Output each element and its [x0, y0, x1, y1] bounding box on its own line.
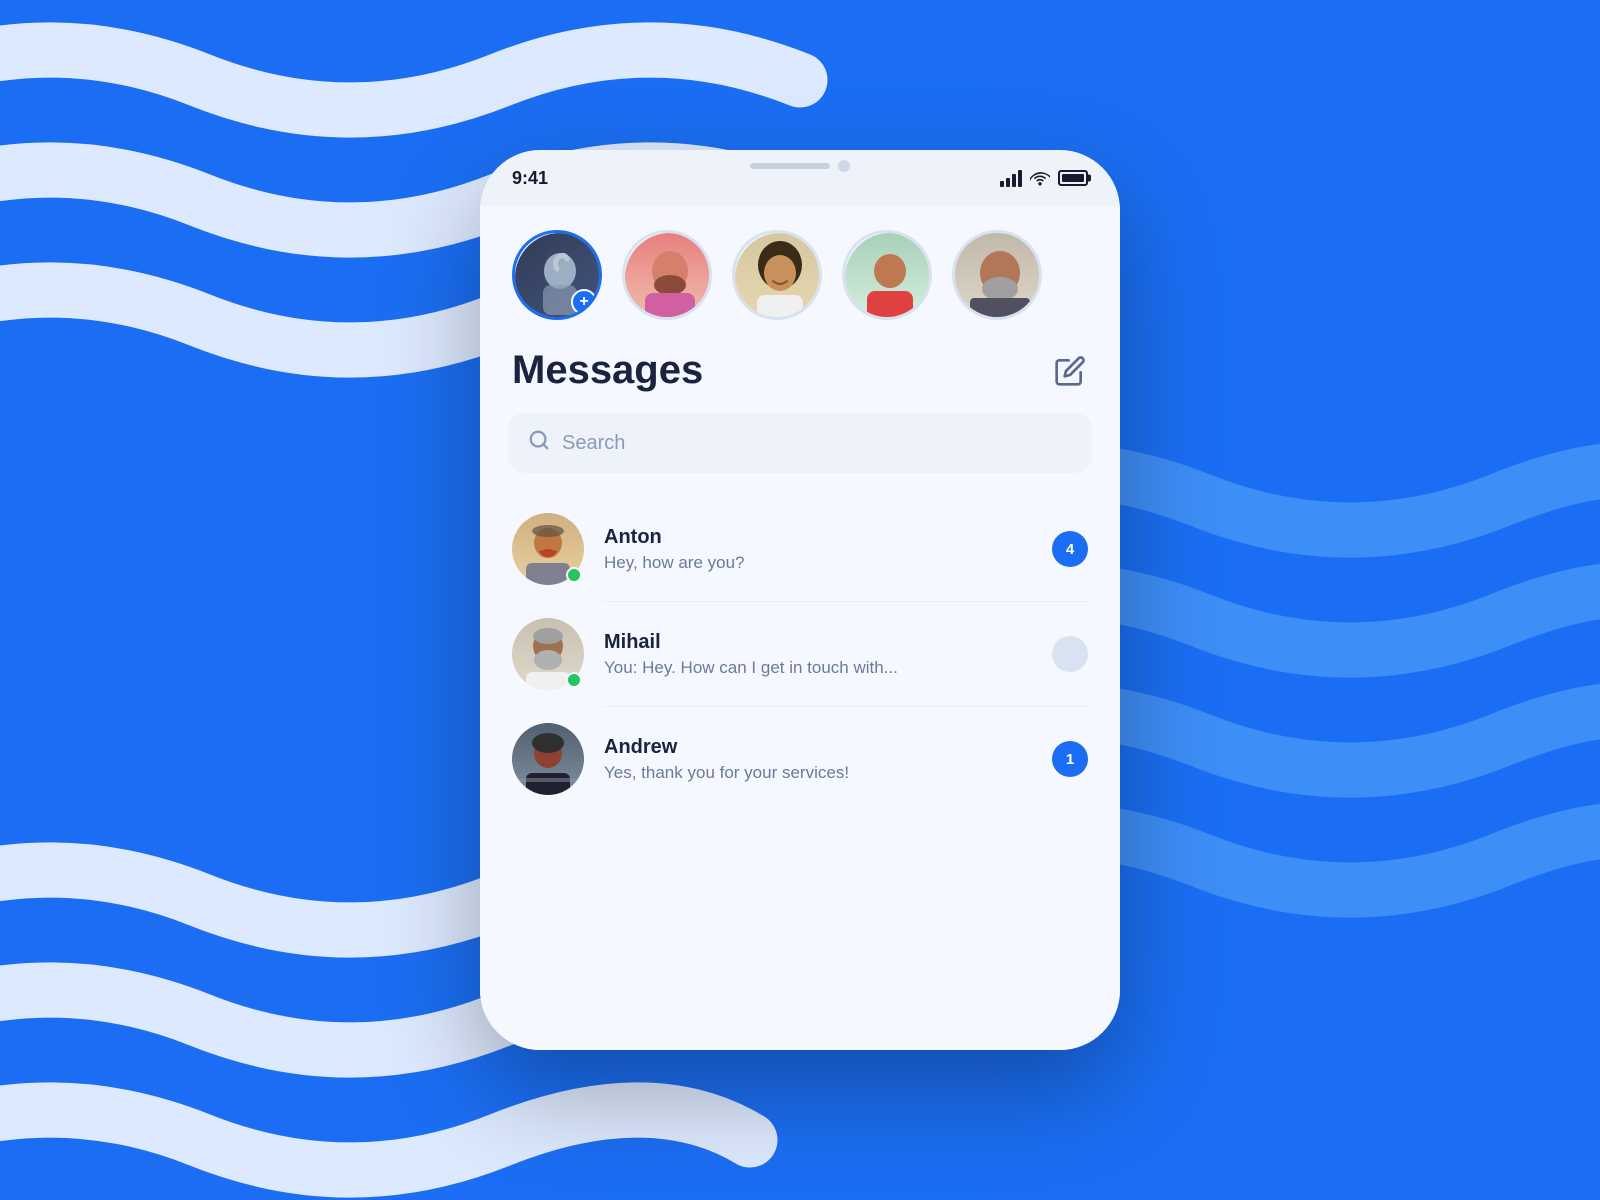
search-icon — [528, 429, 550, 457]
notch-bar — [750, 163, 830, 169]
online-indicator-anton — [566, 567, 582, 583]
phone-content: + — [480, 206, 1120, 1050]
story-avatar-5[interactable] — [952, 230, 1042, 320]
msg-badge-andrew: 1 — [1052, 741, 1088, 777]
msg-preview-anton: Hey, how are you? — [604, 553, 964, 573]
search-placeholder: Search — [562, 432, 625, 455]
msg-name-anton: Anton — [604, 526, 1032, 549]
search-bar[interactable]: Search — [508, 413, 1092, 473]
message-item-andrew[interactable]: Andrew Yes, thank you for your services!… — [480, 707, 1120, 811]
story-avatar-4[interactable] — [842, 230, 932, 320]
phone-mockup: 9:41 — [480, 150, 1120, 1050]
messages-header: Messages — [480, 340, 1120, 413]
notch-sensor — [838, 160, 850, 172]
online-indicator-mihail — [566, 672, 582, 688]
message-list: Anton Hey, how are you? 4 — [480, 481, 1120, 827]
signal-icon — [1000, 170, 1022, 187]
message-item-anton[interactable]: Anton Hey, how are you? 4 — [480, 497, 1120, 601]
msg-preview-andrew: Yes, thank you for your services! — [604, 763, 964, 783]
story-avatar-1[interactable]: + — [512, 230, 602, 320]
message-item-mihail[interactable]: Mihail You: Hey. How can I get in touch … — [480, 602, 1120, 706]
msg-content-anton: Anton Hey, how are you? — [604, 526, 1032, 573]
add-story-button[interactable]: + — [571, 289, 597, 315]
avatar-andrew — [512, 723, 584, 795]
messages-title: Messages — [512, 348, 703, 393]
stories-row: + — [480, 206, 1120, 340]
wifi-icon — [1030, 170, 1050, 186]
msg-name-andrew: Andrew — [604, 736, 1032, 759]
compose-button[interactable] — [1052, 353, 1088, 389]
msg-preview-mihail: You: Hey. How can I get in touch with... — [604, 658, 964, 678]
avatar-anton — [512, 513, 584, 585]
msg-content-mihail: Mihail You: Hey. How can I get in touch … — [604, 631, 1032, 678]
msg-name-mihail: Mihail — [604, 631, 1032, 654]
msg-content-andrew: Andrew Yes, thank you for your services! — [604, 736, 1032, 783]
msg-badge-anton: 4 — [1052, 531, 1088, 567]
status-icons — [1000, 170, 1088, 187]
battery-icon — [1058, 170, 1088, 186]
status-time: 9:41 — [512, 168, 548, 189]
phone-notch — [700, 150, 900, 182]
msg-badge-mihail — [1052, 636, 1088, 672]
story-avatar-3[interactable] — [732, 230, 822, 320]
avatar-mihail — [512, 618, 584, 690]
story-avatar-2[interactable] — [622, 230, 712, 320]
